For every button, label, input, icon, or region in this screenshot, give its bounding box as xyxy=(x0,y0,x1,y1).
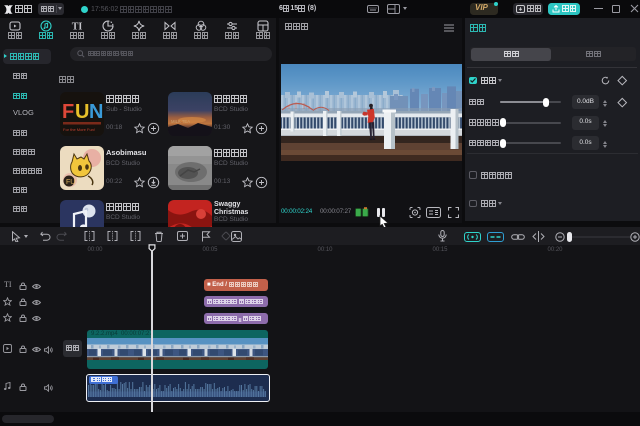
svg-text:N: N xyxy=(89,101,103,123)
svg-text:FU: FU xyxy=(66,179,75,186)
svg-text:For the More Fun!: For the More Fun! xyxy=(63,127,95,132)
svg-text:F: F xyxy=(62,101,74,123)
svg-text:TI: TI xyxy=(72,22,83,33)
svg-text:U: U xyxy=(75,101,89,123)
svg-text:MILK TEA: MILK TEA xyxy=(171,119,190,124)
